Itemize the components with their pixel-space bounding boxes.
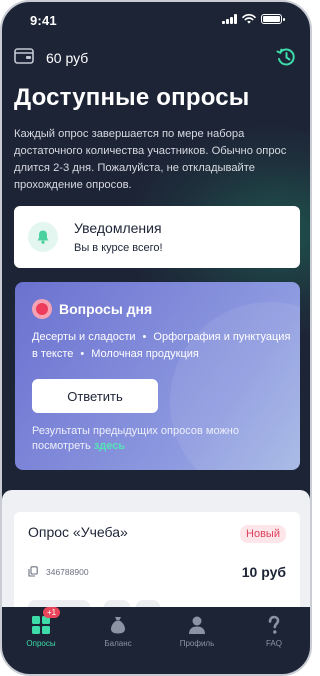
page-description: Каждый опрос завершается по мере набора …: [14, 128, 287, 191]
grid-icon: +1: [31, 607, 61, 635]
wallet-icon[interactable]: [14, 47, 34, 65]
bell-icon: [28, 222, 58, 252]
answer-button[interactable]: Ответить: [32, 379, 158, 413]
notifications-subtitle: Вы в курсе всего!: [74, 242, 163, 254]
status-time: 9:41: [30, 13, 57, 28]
moneybag-icon: [108, 615, 128, 635]
status-bar: 9:41: [2, 2, 310, 38]
new-badge: Новый: [240, 525, 286, 543]
phone-screen: 9:41 60 руб Доступные опросы Каждый опро…: [0, 0, 312, 676]
bullet-separator: •: [80, 348, 85, 360]
tab-label: FAQ: [265, 639, 282, 648]
survey-card[interactable]: Опрос «Учеба» Новый 346788900 10 руб: [14, 512, 300, 622]
tab-surveys[interactable]: +1 Опросы: [5, 607, 77, 655]
bottom-navigation: +1 Опросы Баланс Профиль FAQ: [2, 607, 310, 674]
tab-balance[interactable]: Баланс: [82, 615, 154, 655]
tab-label: Баланс: [104, 639, 132, 648]
tab-faq[interactable]: FAQ: [238, 615, 310, 655]
topic-item: Молочная продукция: [91, 348, 199, 360]
tab-profile[interactable]: Профиль: [161, 615, 233, 655]
topics-list: Десерты и сладости • Орфография и пунктуац…: [32, 329, 294, 363]
tab-label: Профиль: [179, 639, 215, 648]
question-icon: [264, 615, 284, 635]
previous-results-text: Результаты предыдущих опросов можно посм…: [32, 424, 272, 454]
survey-title: Опрос «Учеба»: [28, 524, 128, 540]
questions-of-day-title: Вопросы дня: [59, 301, 153, 317]
battery-icon: [261, 14, 285, 24]
survey-price: 10 руб: [241, 564, 286, 580]
questions-of-day-card: Вопросы дня Десерты и сладости • Орфографи…: [15, 282, 300, 470]
cellular-signal-icon: [222, 14, 237, 24]
previous-results-label: Результаты предыдущих опросов можно посм…: [32, 425, 239, 452]
record-dot-icon: [32, 299, 52, 319]
balance-amount[interactable]: 60 руб: [46, 50, 88, 66]
previous-results-link[interactable]: здесь: [94, 440, 125, 452]
survey-id: 346788900: [46, 567, 89, 577]
person-icon: [187, 615, 207, 635]
wifi-icon: [242, 14, 256, 24]
notifications-card[interactable]: Уведомления Вы в курсе всего!: [14, 206, 300, 268]
tab-label: Опросы: [26, 639, 56, 648]
surveys-count-badge: +1: [43, 607, 61, 618]
topic-item: Десерты и сладости: [32, 331, 136, 343]
notifications-title: Уведомления: [74, 220, 162, 236]
history-icon[interactable]: [276, 47, 296, 67]
page-title: Доступные опросы: [14, 84, 250, 111]
status-icons: [222, 14, 285, 24]
copy-icon[interactable]: [28, 566, 38, 577]
bullet-separator: •: [142, 331, 147, 343]
